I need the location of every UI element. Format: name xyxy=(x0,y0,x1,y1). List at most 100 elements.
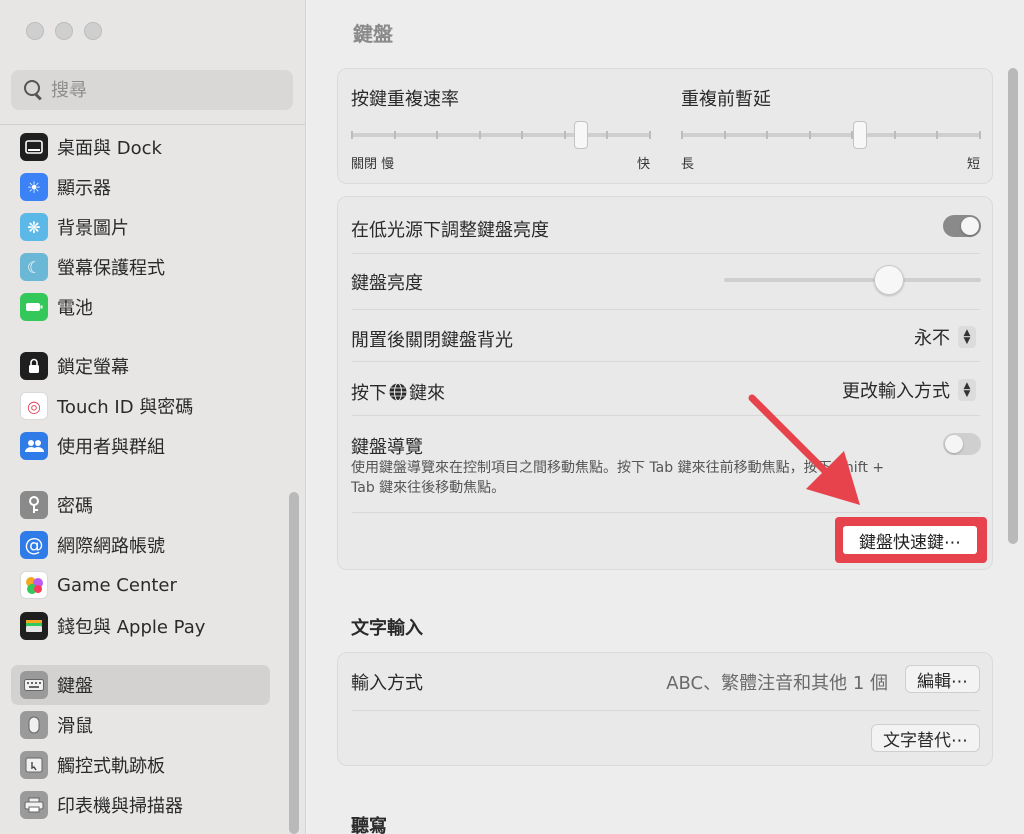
wallet-icon xyxy=(20,612,48,640)
low-light-label: 在低光源下調整鍵盤亮度 xyxy=(351,220,549,241)
users-icon xyxy=(20,432,48,460)
system-settings-window: 桌面與 Dock ☀ 顯示器 ❋ 背景圖片 ☾ 螢幕保護程式 電池 鎖定螢幕 xyxy=(0,0,1024,834)
slider-thumb[interactable] xyxy=(574,121,589,149)
sidebar-item-lock-screen[interactable]: 鎖定螢幕 xyxy=(11,346,270,386)
slider-thumb[interactable] xyxy=(852,121,867,149)
sidebar-item-label: 鎖定螢幕 xyxy=(57,357,129,378)
keyboard-shortcuts-button[interactable]: 鍵盤快速鍵⋯ xyxy=(843,526,977,554)
sidebar-item-keyboard[interactable]: 鍵盤 xyxy=(11,665,270,705)
slider-tick xyxy=(606,131,609,139)
brightness-label: 鍵盤亮度 xyxy=(351,273,423,294)
slider-thumb[interactable] xyxy=(873,265,904,295)
sidebar-item-displays[interactable]: ☀ 顯示器 xyxy=(11,167,270,207)
sidebar-divider xyxy=(0,124,305,125)
repeat-delay-left-label: 長 xyxy=(681,157,695,172)
sidebar-item-label: Touch ID 與密碼 xyxy=(57,397,194,418)
sidebar-item-touch-id[interactable]: ◎ Touch ID 與密碼 xyxy=(11,386,270,426)
wallpaper-icon: ❋ xyxy=(20,213,48,241)
sidebar-item-users-groups[interactable]: 使用者與群組 xyxy=(11,426,270,466)
key-repeat-slider[interactable] xyxy=(351,119,651,151)
sidebar-item-label: 鍵盤 xyxy=(57,676,93,697)
sidebar-item-printers[interactable]: 印表機與掃描器 xyxy=(11,785,270,825)
sidebar-item-wallet[interactable]: 錢包與 Apple Pay xyxy=(11,606,270,646)
close-window-button[interactable] xyxy=(26,22,44,40)
key-repeat-right-label: 快 xyxy=(637,157,651,172)
row-divider xyxy=(352,512,980,513)
sidebar-item-label: 滑鼠 xyxy=(57,716,93,737)
sidebar-item-passwords[interactable]: 密碼 xyxy=(11,485,270,525)
low-light-toggle[interactable] xyxy=(943,215,981,237)
sidebar-item-mouse[interactable]: 滑鼠 xyxy=(11,705,270,745)
keyboard-nav-description: 使用鍵盤導覽來在控制項目之間移動焦點。按下 Tab 鍵來往前移動焦點，按下 Sh… xyxy=(351,460,885,496)
trackpad-icon xyxy=(20,751,48,779)
sidebar-item-label: 網際網路帳號 xyxy=(57,536,165,557)
keyboard-nav-toggle[interactable] xyxy=(943,433,981,455)
screensaver-icon: ☾ xyxy=(20,253,48,281)
slider-tick xyxy=(893,131,896,139)
press-key-label: 按下 鍵來 xyxy=(351,379,445,405)
search-field[interactable] xyxy=(11,70,293,110)
row-divider xyxy=(352,415,980,416)
sidebar-item-label: 錢包與 Apple Pay xyxy=(57,617,206,638)
keyboard-options-card: 在低光源下調整鍵盤亮度 鍵盤亮度 閒置後關閉鍵盤背光 永不 ▲▼ 按下 鍵來 xyxy=(337,196,993,570)
text-replacements-button[interactable]: 文字替代⋯ xyxy=(871,724,980,752)
lock-icon xyxy=(20,352,48,380)
row-divider xyxy=(352,710,980,711)
window-controls xyxy=(26,22,102,40)
press-key-suffix: 鍵來 xyxy=(409,383,445,404)
sidebar-item-label: 密碼 xyxy=(57,496,93,517)
printer-icon xyxy=(20,791,48,819)
sidebar-item-desktop-dock[interactable]: 桌面與 Dock xyxy=(11,127,270,167)
zoom-window-button[interactable] xyxy=(84,22,102,40)
repeat-delay-title: 重複前暫延 xyxy=(681,89,771,110)
backlight-off-label: 閒置後關閉鍵盤背光 xyxy=(351,330,513,351)
mouse-icon xyxy=(20,711,48,739)
sidebar: 桌面與 Dock ☀ 顯示器 ❋ 背景圖片 ☾ 螢幕保護程式 電池 鎖定螢幕 xyxy=(0,0,306,834)
row-divider xyxy=(352,253,980,254)
minimize-window-button[interactable] xyxy=(55,22,73,40)
sidebar-item-game-center[interactable]: Game Center xyxy=(11,565,270,605)
sidebar-item-trackpad[interactable]: 觸控式軌跡板 xyxy=(11,745,270,785)
slider-tick xyxy=(766,131,769,139)
chevron-updown-icon: ▲ ▼ xyxy=(958,326,976,348)
backlight-off-popup[interactable]: 永不 ▲ ▼ xyxy=(914,324,976,350)
slider-tick xyxy=(979,131,981,139)
repeat-settings-card: 按鍵重複速率 重複前暫延 關閉 慢 快 長 短 xyxy=(337,68,993,184)
brightness-slider[interactable] xyxy=(724,264,981,296)
slider-tick xyxy=(521,131,524,139)
press-key-popup[interactable]: 更改輸入方式 ▲ ▼ xyxy=(842,377,976,403)
toggle-knob xyxy=(961,217,979,235)
slider-tick xyxy=(723,131,726,139)
main-pane: 鍵盤 按鍵重複速率 重複前暫延 關閉 慢 快 長 短 在低光源下調整鍵盤亮度 鍵… xyxy=(307,0,1024,834)
repeat-delay-right-label: 短 xyxy=(967,157,981,172)
sidebar-item-battery[interactable]: 電池 xyxy=(11,287,270,327)
edit-input-sources-button[interactable]: 編輯⋯ xyxy=(905,665,980,693)
sidebar-item-label: 電池 xyxy=(57,298,93,319)
at-icon: @ xyxy=(20,531,48,559)
toggle-knob xyxy=(945,435,963,453)
search-input[interactable] xyxy=(51,79,271,101)
dock-icon xyxy=(20,133,48,161)
battery-icon xyxy=(20,293,48,321)
slider-tick xyxy=(649,131,651,139)
main-scrollbar[interactable] xyxy=(1008,68,1018,544)
sidebar-item-label: 觸控式軌跡板 xyxy=(57,756,165,777)
input-sources-label: 輸入方式 xyxy=(351,673,423,694)
slider-tick xyxy=(808,131,811,139)
sidebar-item-label: 顯示器 xyxy=(57,178,111,199)
text-input-section-title: 文字輸入 xyxy=(351,618,423,639)
sidebar-scrollbar[interactable] xyxy=(289,492,299,834)
keyboard-shortcuts-highlight: 鍵盤快速鍵⋯ xyxy=(835,517,987,563)
repeat-delay-slider[interactable] xyxy=(681,119,981,151)
slider-tick xyxy=(436,131,439,139)
page-title: 鍵盤 xyxy=(353,22,393,46)
search-icon xyxy=(21,77,47,103)
slider-tick xyxy=(681,131,683,139)
sidebar-item-wallpaper[interactable]: ❋ 背景圖片 xyxy=(11,207,270,247)
sidebar-item-screensaver[interactable]: ☾ 螢幕保護程式 xyxy=(11,247,270,287)
sidebar-item-label: 使用者與群組 xyxy=(57,437,165,458)
row-divider xyxy=(352,361,980,362)
sidebar-item-internet-accounts[interactable]: @ 網際網路帳號 xyxy=(11,525,270,565)
key-icon xyxy=(20,491,48,519)
keyboard-nav-label: 鍵盤導覽 xyxy=(351,437,423,458)
